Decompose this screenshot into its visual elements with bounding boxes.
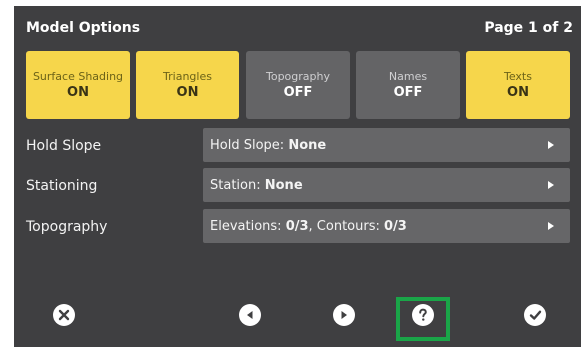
toggle-surface-shading[interactable]: Surface Shading ON <box>26 51 130 119</box>
next-icon <box>333 304 355 326</box>
toggle-label: Surface Shading <box>32 69 124 83</box>
model-options-panel: Model Options Page 1 of 2 Surface Shadin… <box>14 6 581 347</box>
toggle-triangles[interactable]: Triangles ON <box>136 51 239 119</box>
previous-icon <box>239 304 261 326</box>
toggle-texts[interactable]: Texts ON <box>466 51 570 119</box>
topography-field[interactable]: Elevations: 0/3, Contours: 0/3 <box>203 209 570 243</box>
field-value-2: 0/3 <box>384 218 407 234</box>
topography-label: Topography <box>26 219 108 235</box>
field-value: None <box>264 177 303 193</box>
arrow-right-icon <box>548 181 554 189</box>
field-prefix: Hold Slope: <box>210 137 285 153</box>
toggle-state: ON <box>67 84 89 100</box>
toggle-names[interactable]: Names OFF <box>356 51 460 119</box>
close-icon <box>53 304 75 326</box>
field-value: 0/3 <box>285 218 309 234</box>
hold-slope-label: Hold Slope <box>26 138 102 154</box>
stationing-label: Stationing <box>26 178 98 194</box>
toggle-label: Names <box>388 69 428 83</box>
help-icon <box>412 304 434 326</box>
hold-slope-field[interactable]: Hold Slope: None <box>203 128 570 162</box>
field-prefix: Elevations: <box>210 218 282 234</box>
arrow-right-icon <box>548 222 554 230</box>
confirm-icon <box>524 304 546 326</box>
toggle-state: ON <box>176 84 199 100</box>
close-button[interactable] <box>50 301 78 329</box>
stationing-field[interactable]: Station: None <box>203 168 570 202</box>
previous-button[interactable] <box>236 301 264 329</box>
toggle-topography[interactable]: Topography OFF <box>246 51 350 119</box>
page-indicator: Page 1 of 2 <box>484 20 573 36</box>
arrow-right-icon <box>548 141 554 149</box>
toggle-state: ON <box>507 84 529 100</box>
field-prefix: Station: <box>210 177 261 193</box>
toggle-label: Triangles <box>163 69 212 83</box>
toggle-label: Topography <box>265 69 330 83</box>
next-button[interactable] <box>330 301 358 329</box>
toggle-state: OFF <box>393 84 423 100</box>
field-value: None <box>288 137 327 153</box>
page-title: Model Options <box>26 20 141 36</box>
confirm-button[interactable] <box>521 301 549 329</box>
help-button[interactable] <box>409 301 437 329</box>
toggle-label: Texts <box>504 69 532 83</box>
field-separator: , Contours: <box>308 218 380 234</box>
toggle-state: OFF <box>283 84 313 100</box>
